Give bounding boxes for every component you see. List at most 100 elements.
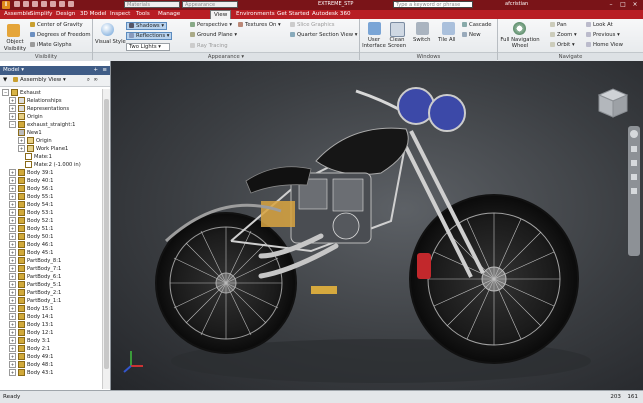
add-icon[interactable]: + <box>93 66 98 75</box>
expand-icon[interactable]: + <box>18 145 25 152</box>
binoculars-icon[interactable]: ∞ <box>93 75 98 86</box>
tile-all-icon[interactable] <box>442 22 455 35</box>
orbit-button[interactable]: Orbit ▾ <box>550 42 575 48</box>
object-visibility-button[interactable]: Object Visibility <box>2 39 28 53</box>
expand-icon[interactable]: + <box>9 297 16 304</box>
assembly-view-select[interactable]: Assembly View ▾ <box>12 77 66 83</box>
user-interface-button[interactable]: User Interface <box>362 37 386 49</box>
expand-icon[interactable]: + <box>9 273 16 280</box>
app-logo-icon[interactable]: I <box>2 1 10 9</box>
expand-icon[interactable]: + <box>9 337 16 344</box>
expand-icon[interactable]: + <box>9 193 16 200</box>
tree-node[interactable]: Mate:2 (-1.000 in) <box>25 161 81 169</box>
tree-node[interactable]: Mate:1 <box>25 153 52 161</box>
minimize-icon[interactable]: – <box>605 0 617 9</box>
user-interface-icon[interactable] <box>368 22 381 35</box>
tree-node[interactable]: + Body 3:1 <box>9 337 50 345</box>
expand-icon[interactable]: + <box>9 281 16 288</box>
textures-button[interactable]: Textures On ▾ <box>238 22 281 28</box>
tree-node[interactable]: + Relationships <box>9 97 62 105</box>
full-navigation-wheel-button[interactable]: Full Navigation Wheel <box>500 37 540 49</box>
close-icon[interactable]: × <box>629 0 641 9</box>
tab-manage[interactable]: Manage <box>158 11 180 17</box>
expand-icon[interactable]: + <box>9 105 16 112</box>
cascade-button[interactable]: Cascade <box>462 22 491 28</box>
tab-autodesk-360[interactable]: Autodesk 360 <box>312 11 351 17</box>
center-of-gravity-button[interactable]: Center of Gravity <box>30 22 83 28</box>
tree-node[interactable]: + PartBody_2:1 <box>9 289 61 297</box>
expand-icon[interactable]: + <box>9 305 16 312</box>
ground-plane-button[interactable]: Ground Plane ▾ <box>190 32 237 38</box>
expand-icon[interactable]: + <box>9 265 16 272</box>
tree-node[interactable]: + Body 50:1 <box>9 233 53 241</box>
tree-node[interactable]: + Body 56:1 <box>9 185 53 193</box>
menu-icon[interactable]: ≡ <box>102 66 107 75</box>
save-icon[interactable] <box>32 1 38 7</box>
look-at-button[interactable]: Look At <box>586 22 613 28</box>
degrees-of-freedom-button[interactable]: Degrees of Freedom <box>30 32 91 38</box>
expand-icon[interactable]: + <box>9 209 16 216</box>
new-icon[interactable] <box>14 1 20 7</box>
tree-node[interactable]: + Body 53:1 <box>9 209 53 217</box>
pan-icon[interactable] <box>631 146 637 152</box>
tab-tools[interactable]: Tools <box>136 11 150 17</box>
undo-icon[interactable] <box>41 1 47 7</box>
expand-icon[interactable]: + <box>9 225 16 232</box>
expand-icon[interactable]: + <box>9 361 16 368</box>
expand-icon[interactable]: + <box>9 257 16 264</box>
tree-node[interactable]: + PartBody_5:1 <box>9 281 61 289</box>
tree-node[interactable]: + PartBody_7:1 <box>9 265 61 273</box>
graphics-viewport[interactable] <box>111 61 643 390</box>
look-at-icon[interactable] <box>631 188 637 194</box>
expand-icon[interactable]: + <box>18 137 25 144</box>
shadows-toggle[interactable]: Shadows ▾ <box>126 22 168 30</box>
previous-view-button[interactable]: Previous ▾ <box>586 32 620 38</box>
tree-node[interactable]: + PartBody_1:1 <box>9 297 61 305</box>
search-input[interactable]: Type a keyword or phrase <box>393 1 473 8</box>
collapse-icon[interactable]: − <box>2 89 9 96</box>
expand-icon[interactable]: + <box>9 217 16 224</box>
appearance-combo[interactable]: Appearance <box>182 1 238 8</box>
tree-node[interactable]: + Body 49:1 <box>9 353 53 361</box>
material-combo[interactable]: Materials <box>124 1 180 8</box>
maximize-icon[interactable]: □ <box>617 0 629 9</box>
filter-icon[interactable]: ▼ <box>0 77 7 83</box>
tree-node[interactable]: + Body 15:1 <box>9 305 53 313</box>
tree-node[interactable]: + Body 45:1 <box>9 249 53 257</box>
tree-node[interactable]: + Body 40:1 <box>9 177 53 185</box>
browser-scrollbar[interactable] <box>102 89 110 389</box>
expand-icon[interactable]: + <box>9 185 16 192</box>
imate-glyphs-button[interactable]: iMate Glyphs <box>30 42 72 48</box>
expand-icon[interactable]: + <box>9 369 16 376</box>
steering-wheel-icon[interactable] <box>630 130 638 138</box>
expand-icon[interactable]: + <box>9 201 16 208</box>
object-visibility-icon[interactable] <box>7 24 20 37</box>
tree-node[interactable]: + Representations <box>9 105 69 113</box>
switch-icon[interactable] <box>416 22 429 35</box>
reflections-toggle[interactable]: Reflections ▾ <box>126 32 173 40</box>
expand-icon[interactable]: + <box>9 345 16 352</box>
tree-node[interactable]: + Body 54:1 <box>9 201 53 209</box>
expand-icon[interactable]: + <box>9 249 16 256</box>
tree-node-root[interactable]: − Exhaust <box>2 89 41 97</box>
zoom-icon[interactable] <box>631 160 637 166</box>
tile-all-button[interactable]: Tile All <box>438 37 456 43</box>
tree-node[interactable]: + Body 55:1 <box>9 193 53 201</box>
clean-screen-button[interactable]: Clean Screen <box>386 37 408 49</box>
lighting-select[interactable]: Two Lights ▾ <box>126 43 170 51</box>
tree-node[interactable]: + Body 2:1 <box>9 345 50 353</box>
clean-screen-icon[interactable] <box>390 22 405 37</box>
expand-icon[interactable]: + <box>9 233 16 240</box>
tree-node[interactable]: + Body 52:1 <box>9 217 53 225</box>
tab-design[interactable]: Design <box>56 11 75 17</box>
expand-icon[interactable]: + <box>9 329 16 336</box>
tab-3d-model[interactable]: 3D Model <box>80 11 106 17</box>
pan-button[interactable]: Pan <box>550 22 567 28</box>
select-icon[interactable] <box>68 1 74 7</box>
home-icon[interactable] <box>59 1 65 7</box>
tree-node[interactable]: + Work Plane1 <box>18 145 68 153</box>
tab-get-started[interactable]: Get Started <box>277 11 309 17</box>
tree-node[interactable]: + Body 51:1 <box>9 225 53 233</box>
home-view-button[interactable]: Home View <box>586 42 623 48</box>
perspective-button[interactable]: Perspective ▾ <box>190 22 232 28</box>
